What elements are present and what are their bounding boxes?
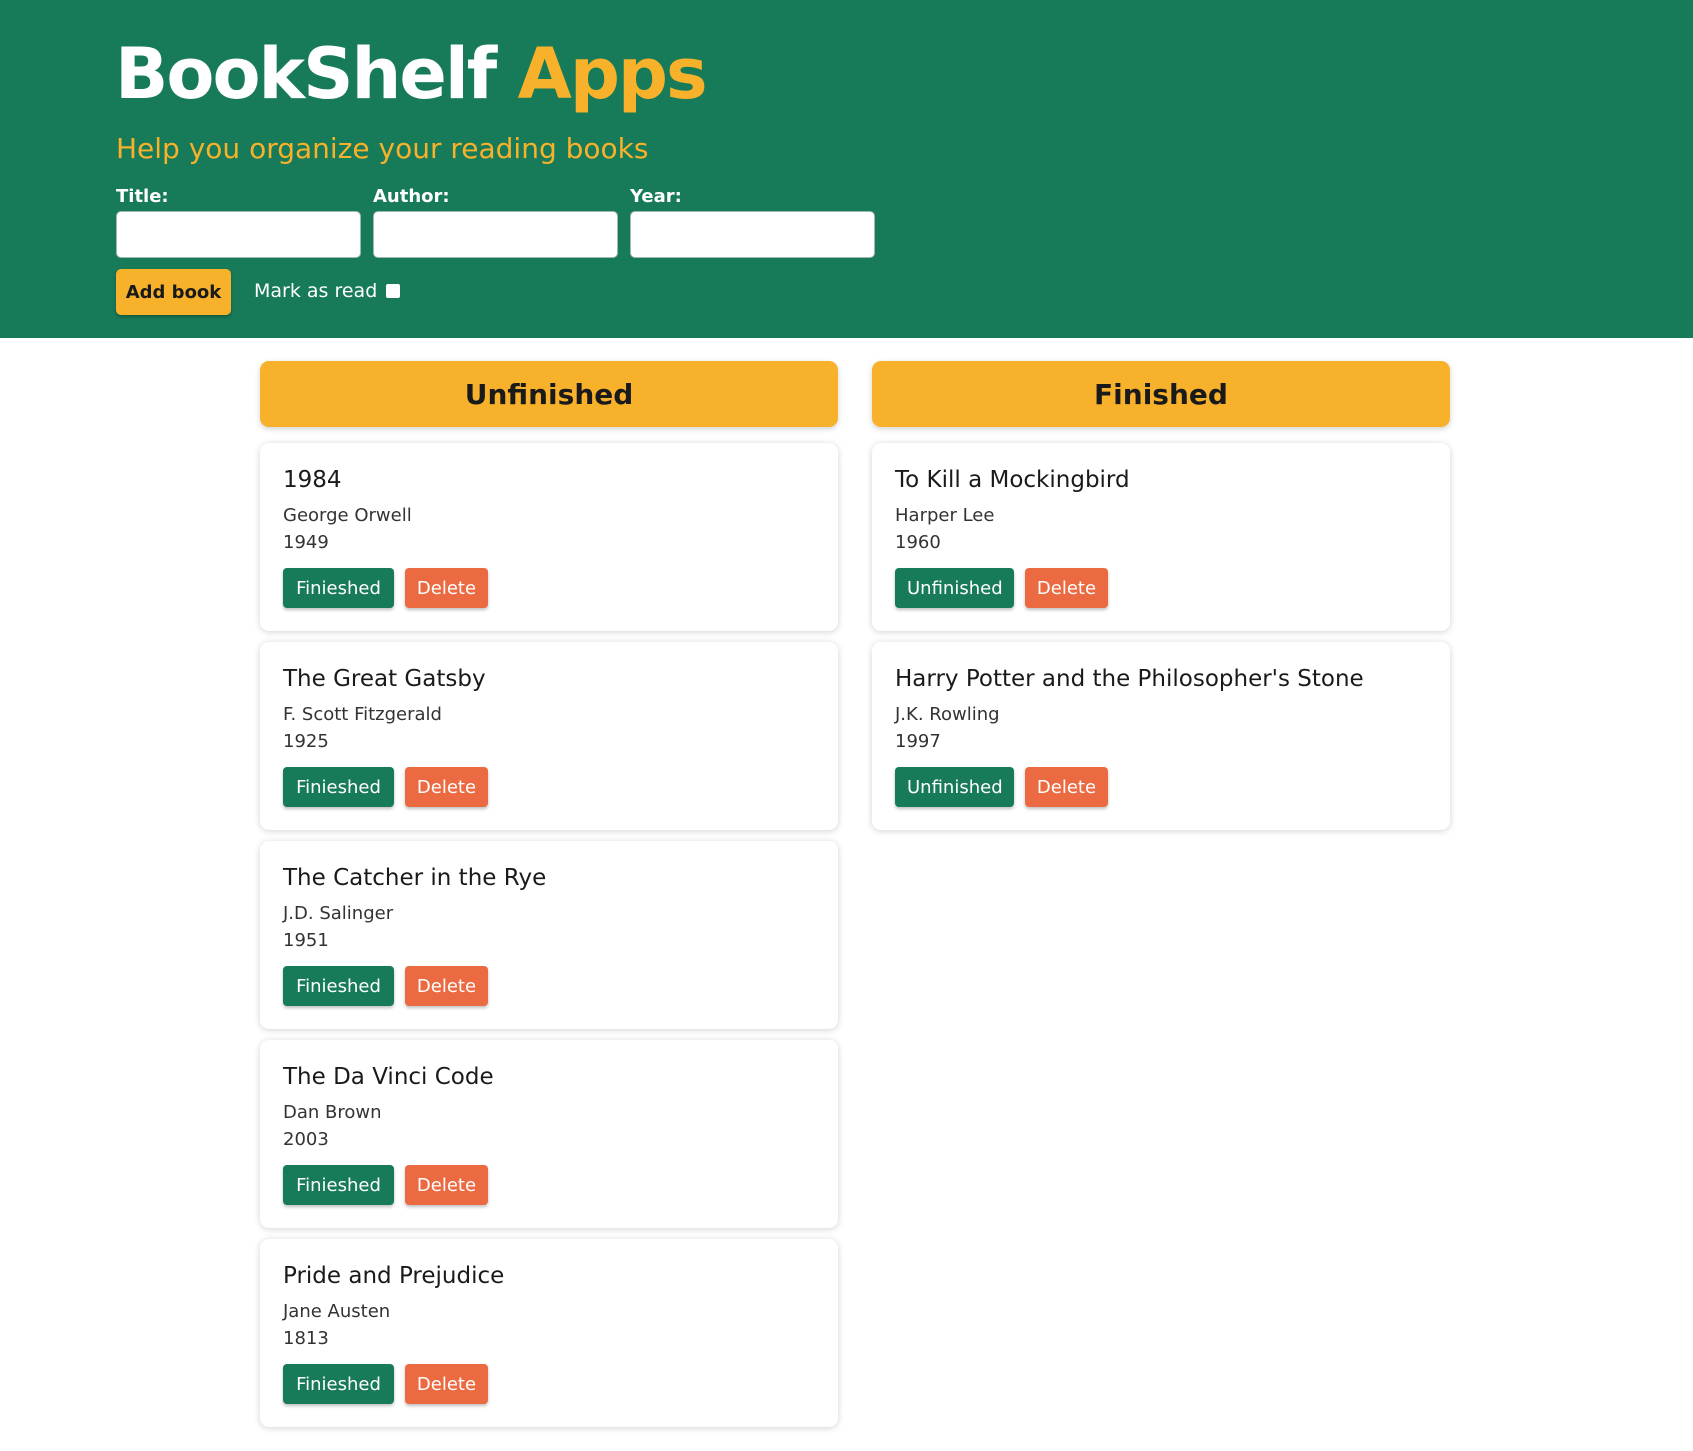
book-year: 1960 — [895, 532, 941, 553]
book-title: To Kill a Mockingbird — [895, 467, 1130, 493]
unfinished-book-card: The Great Gatsby F. Scott Fitzgerald 192… — [260, 642, 838, 830]
unfinished-book-card: Pride and Prejudice Jane Austen 1813 Fin… — [260, 1239, 838, 1427]
book-author: George Orwell — [283, 505, 412, 526]
unfinished-book-card: The Da Vinci Code Dan Brown 2003 Finiesh… — [260, 1040, 838, 1228]
unfinished-heading: Unfinished — [260, 361, 838, 427]
book-author: Harper Lee — [895, 505, 995, 526]
book-year: 1925 — [283, 731, 329, 752]
finished-book-card: To Kill a Mockingbird Harper Lee 1960 Un… — [872, 443, 1450, 631]
unfinished-book-card: 1984 George Orwell 1949 Finieshed Delete — [260, 443, 838, 631]
delete-button[interactable]: Delete — [405, 966, 488, 1006]
title-label: Title: — [116, 186, 169, 207]
delete-button[interactable]: Delete — [405, 767, 488, 807]
mark-as-read-checkbox[interactable] — [386, 284, 400, 298]
book-year: 1951 — [283, 930, 329, 951]
book-author: F. Scott Fitzgerald — [283, 704, 442, 725]
mark-finished-button[interactable]: Finieshed — [283, 767, 394, 807]
mark-finished-button[interactable]: Finieshed — [283, 966, 394, 1006]
add-book-button[interactable]: Add book — [116, 269, 231, 315]
mark-unfinished-button[interactable]: Unfinished — [895, 568, 1014, 608]
book-title: The Great Gatsby — [283, 666, 486, 692]
delete-button[interactable]: Delete — [405, 1364, 488, 1404]
book-year: 1813 — [283, 1328, 329, 1349]
app-title-main: BookShelf — [115, 33, 497, 115]
mark-finished-button[interactable]: Finieshed — [283, 1165, 394, 1205]
year-label: Year: — [630, 186, 682, 207]
book-title: Harry Potter and the Philosopher's Stone — [895, 666, 1364, 692]
app-title-accent: Apps — [517, 33, 708, 115]
author-label: Author: — [373, 186, 450, 207]
book-title: The Da Vinci Code — [283, 1064, 494, 1090]
book-author: J.K. Rowling — [895, 704, 1000, 725]
book-author: Jane Austen — [283, 1301, 391, 1322]
delete-button[interactable]: Delete — [405, 1165, 488, 1205]
app-header: BookShelf Apps Help you organize your re… — [0, 0, 1693, 338]
book-year: 1949 — [283, 532, 329, 553]
delete-button[interactable]: Delete — [405, 568, 488, 608]
book-author: Dan Brown — [283, 1102, 382, 1123]
app-subtitle: Help you organize your reading books — [116, 132, 649, 165]
mark-finished-button[interactable]: Finieshed — [283, 568, 394, 608]
year-input[interactable] — [630, 211, 875, 258]
finished-heading: Finished — [872, 361, 1450, 427]
book-title: 1984 — [283, 467, 342, 493]
unfinished-book-card: The Catcher in the Rye J.D. Salinger 195… — [260, 841, 838, 1029]
app-title: BookShelf Apps — [115, 33, 708, 115]
mark-finished-button[interactable]: Finieshed — [283, 1364, 394, 1404]
author-input[interactable] — [373, 211, 618, 258]
book-title: The Catcher in the Rye — [283, 865, 547, 891]
mark-as-read-label: Mark as read — [254, 280, 378, 302]
book-year: 2003 — [283, 1129, 329, 1150]
mark-unfinished-button[interactable]: Unfinished — [895, 767, 1014, 807]
book-year: 1997 — [895, 731, 941, 752]
delete-button[interactable]: Delete — [1025, 568, 1108, 608]
delete-button[interactable]: Delete — [1025, 767, 1108, 807]
title-input[interactable] — [116, 211, 361, 258]
book-author: J.D. Salinger — [283, 903, 394, 924]
finished-book-card: Harry Potter and the Philosopher's Stone… — [872, 642, 1450, 830]
book-title: Pride and Prejudice — [283, 1263, 505, 1289]
